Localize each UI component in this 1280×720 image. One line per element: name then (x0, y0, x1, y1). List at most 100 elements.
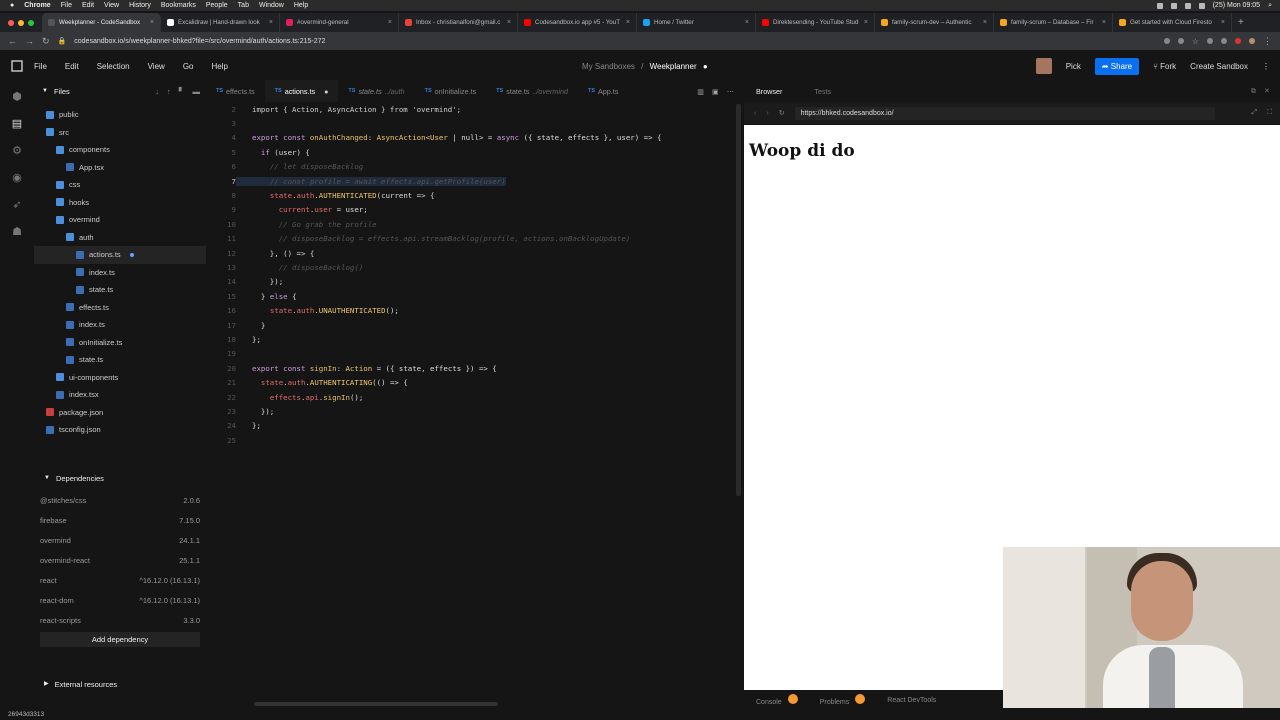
fullscreen-icon[interactable]: ⛶ (1267, 109, 1280, 117)
add-dependency-button[interactable]: Add dependency (40, 632, 200, 647)
folder-item[interactable]: hooks (34, 194, 206, 212)
project-name[interactable]: Weekplanner (650, 62, 697, 71)
live-users-icon[interactable]: ☗ (12, 225, 22, 238)
problems-tab[interactable]: Problems (820, 694, 866, 706)
folder-item[interactable]: components (34, 141, 206, 159)
share-button[interactable]: ➦ Share (1094, 57, 1140, 75)
dependencies-header[interactable]: ▼ Dependencies (34, 468, 206, 488)
editor-tab[interactable]: TS effects.ts (206, 80, 265, 102)
code-editor[interactable]: 2 import { Action, AsyncAction } from 'ov… (206, 102, 736, 700)
close-tab-icon[interactable]: × (745, 19, 749, 26)
dependency-item[interactable]: react ^16.12.0 (16.13.1) (34, 570, 206, 590)
editor-horizontal-scrollbar[interactable] (254, 702, 498, 706)
file-item[interactable]: App.tsx (34, 159, 206, 177)
new-tab-button[interactable]: + (1232, 13, 1250, 32)
more-menu-icon[interactable]: ⋮ (1263, 36, 1272, 47)
file-item[interactable]: state.ts (34, 281, 206, 299)
forward-icon[interactable]: → (25, 36, 34, 46)
file-item[interactable]: onInitialize.ts (34, 334, 206, 352)
editor-tab[interactable]: TS state.ts ../auth (338, 80, 414, 102)
browser-tab[interactable]: Home / Twitter × (637, 13, 756, 32)
reload-icon[interactable]: ↻ (779, 109, 785, 117)
file-item[interactable]: index.ts (34, 264, 206, 282)
close-window-button[interactable] (8, 19, 14, 26)
user-avatar[interactable] (1035, 58, 1052, 74)
new-file-icon[interactable]: ▘ (179, 87, 185, 96)
maximize-window-button[interactable] (28, 19, 34, 26)
mac-menu-window[interactable]: Window (259, 2, 284, 9)
forward-icon[interactable]: › (766, 110, 768, 117)
editor-tab[interactable]: TS App.ts (578, 80, 628, 102)
profile-avatar[interactable] (1249, 38, 1255, 44)
pick-button[interactable]: Pick (1066, 62, 1081, 71)
browser-tab[interactable]: Inbox - christianalfoni@gmail.c × (399, 13, 518, 32)
mac-menu-people[interactable]: People (206, 2, 228, 9)
browser-tab[interactable]: #overmind-general × (280, 13, 399, 32)
search-icon[interactable]: ⌕ (1268, 2, 1272, 10)
mac-menu-bookmarks[interactable]: Bookmarks (161, 2, 196, 9)
extension-icon[interactable] (1235, 38, 1241, 44)
browser-tab[interactable]: family-scrum – Database – Fir × (994, 13, 1113, 32)
settings-icon[interactable]: ⚙ (12, 144, 22, 157)
more-menu-icon[interactable]: ⋮ (1262, 62, 1270, 71)
browser-tab[interactable]: Excalidraw | Hand-drawn look × (161, 13, 280, 32)
editor-tab[interactable]: TS actions.ts ● (264, 80, 339, 102)
sandbox-info-icon[interactable]: ⬢ (12, 90, 22, 103)
close-tab-icon[interactable]: × (1102, 19, 1106, 26)
file-item[interactable]: actions.ts (34, 246, 206, 264)
close-tab-icon[interactable]: × (150, 19, 154, 26)
back-icon[interactable]: ← (8, 36, 17, 46)
folder-item[interactable]: public (34, 106, 206, 124)
extension-icon[interactable] (1207, 38, 1213, 44)
close-tab-icon[interactable]: × (983, 19, 987, 26)
clock[interactable]: (25) Mon 09:05 (1213, 2, 1260, 9)
file-item[interactable]: index.ts (34, 316, 206, 334)
reload-icon[interactable]: ↻ (42, 36, 50, 47)
dependency-item[interactable]: overmind-react 25.1.1 (34, 550, 206, 570)
file-item[interactable]: tsconfig.json (34, 421, 206, 439)
menu-go[interactable]: Go (183, 62, 194, 71)
upload-icon[interactable]: ↑ (167, 87, 171, 96)
menu-file[interactable]: File (34, 62, 47, 71)
folder-item[interactable]: overmind (34, 211, 206, 229)
breadcrumb-my-sandboxes[interactable]: My Sandboxes (582, 62, 635, 71)
mac-menu-file[interactable]: File (61, 2, 72, 9)
codesandbox-logo[interactable] (0, 60, 34, 72)
browser-tab[interactable]: Direktesending - YouTube Stud × (756, 13, 875, 32)
file-item[interactable]: state.ts (34, 351, 206, 369)
editor-tab[interactable]: TS onInitialize.ts (415, 80, 487, 102)
open-in-new-tab-icon[interactable]: ⤢ (1251, 109, 1257, 117)
close-tab-icon[interactable]: × (507, 19, 511, 26)
close-tab-icon[interactable]: × (1221, 19, 1225, 26)
app-name[interactable]: Chrome (24, 2, 50, 9)
dependency-item[interactable]: react-dom ^16.12.0 (16.13.1) (34, 590, 206, 610)
preview-url-field[interactable]: https://bhked.codesandbox.io/ (794, 106, 1215, 120)
close-tab-icon[interactable]: × (626, 19, 630, 26)
mac-menu-help[interactable]: Help (294, 2, 308, 9)
file-item[interactable]: index.tsx (34, 386, 206, 404)
minimize-window-button[interactable] (18, 19, 24, 26)
files-icon[interactable]: ▤ (12, 117, 22, 130)
react-devtools-tab[interactable]: React DevTools (887, 697, 936, 704)
mac-menu-view[interactable]: View (104, 2, 119, 9)
menu-help[interactable]: Help (211, 62, 227, 71)
battery-icon[interactable] (1198, 2, 1205, 9)
close-icon[interactable]: ✕ (1264, 86, 1270, 96)
tab-tests[interactable]: Tests (814, 87, 831, 96)
close-tab-icon[interactable]: × (388, 19, 392, 26)
console-tab[interactable]: Console (756, 694, 798, 706)
dependency-item[interactable]: @stitches/css 2.0.6 (34, 490, 206, 510)
deploy-rocket-icon[interactable]: ➶ (12, 198, 21, 211)
back-icon[interactable]: ‹ (754, 110, 756, 117)
extension-icon[interactable] (1221, 38, 1227, 44)
folder-item[interactable]: css (34, 176, 206, 194)
browser-tab[interactable]: Codesandbox.io app #5 - YouT × (518, 13, 637, 32)
download-icon[interactable]: ↓ (155, 87, 159, 96)
preview-toggle-icon[interactable]: ▣ (712, 87, 719, 96)
mac-menu-edit[interactable]: Edit (82, 2, 94, 9)
fork-button[interactable]: ⑂ Fork (1153, 62, 1176, 71)
url-field[interactable]: codesandbox.io/s/weekplanner-bhked?file=… (74, 38, 1156, 45)
dependency-item[interactable]: overmind 24.1.1 (34, 530, 206, 550)
extension-icon[interactable] (1177, 38, 1184, 44)
status-icon[interactable] (1170, 2, 1177, 9)
